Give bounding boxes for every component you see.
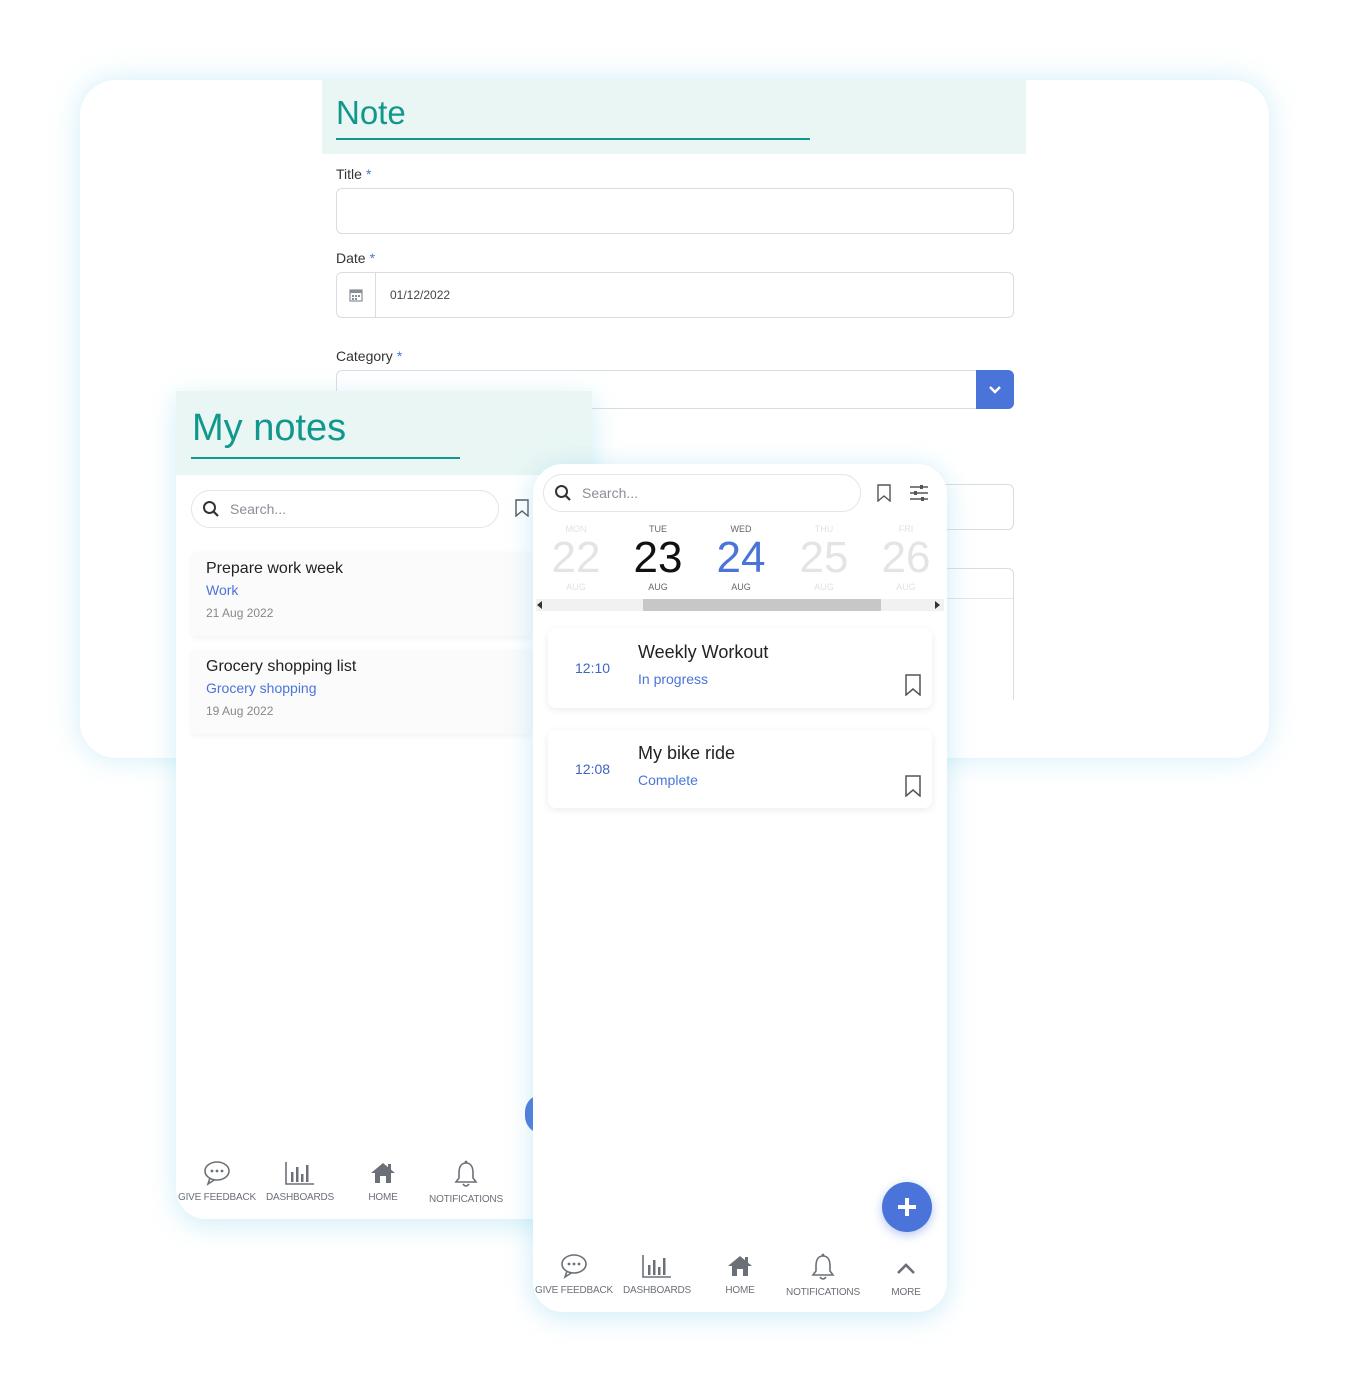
plus-icon [898, 1198, 916, 1216]
day-cell[interactable]: FRI 26 AUG [866, 524, 946, 592]
my-notes-title-underline [191, 457, 460, 459]
note-category: Grocery shopping [206, 680, 317, 696]
nav-give-feedback[interactable]: GIVE FEEDBACK [177, 1160, 257, 1203]
scroll-right-arrow-icon[interactable] [935, 601, 941, 609]
activity-card[interactable]: 12:10 Weekly Workout In progress [548, 628, 932, 708]
date-label: Date * [336, 250, 376, 266]
nav-label: GIVE FEEDBACK [178, 1192, 256, 1203]
activity-status: In progress [638, 671, 709, 687]
add-activity-button[interactable] [882, 1182, 932, 1232]
note-title: Grocery shopping list [206, 658, 357, 675]
activity-title: My bike ride [638, 743, 736, 763]
my-notes-title: My notes [192, 407, 347, 449]
search-icon [203, 501, 219, 517]
nav-label: HOME [725, 1285, 755, 1296]
filter-sliders-icon[interactable] [909, 484, 929, 502]
nav-label: NOTIFICATIONS [429, 1194, 503, 1205]
nav-label: MORE [891, 1287, 921, 1298]
nav-label: GIVE FEEDBACK [535, 1285, 613, 1296]
date-picker-button[interactable] [336, 272, 376, 318]
notes-search-placeholder: Search... [230, 501, 287, 517]
nav-home[interactable]: HOME [343, 1160, 423, 1203]
note-form-title-underline [336, 138, 810, 140]
bookmark-icon[interactable] [514, 499, 530, 517]
bell-icon [454, 1160, 478, 1187]
note-list-item[interactable]: Grocery shopping list Grocery shopping 1… [192, 650, 532, 734]
scrollbar-thumb[interactable] [643, 599, 881, 611]
calendar-icon [348, 289, 363, 302]
chat-bubble-icon [561, 1254, 587, 1279]
calendar-search-placeholder: Search... [582, 485, 639, 501]
nav-give-feedback[interactable]: GIVE FEEDBACK [534, 1253, 614, 1296]
category-dropdown-button[interactable] [976, 370, 1014, 409]
nav-label: NOTIFICATIONS [786, 1287, 860, 1298]
bookmark-icon[interactable] [904, 674, 922, 696]
nav-dashboards[interactable]: DASHBOARDS [617, 1253, 697, 1296]
nav-label: HOME [368, 1192, 398, 1203]
chevron-up-icon [897, 1263, 915, 1274]
date-value: 01/12/2022 [390, 288, 451, 302]
title-label: Title * [336, 166, 372, 182]
scroll-left-arrow-icon[interactable] [537, 601, 543, 609]
nav-notifications[interactable]: NOTIFICATIONS [426, 1160, 506, 1205]
nav-label: DASHBOARDS [622, 1285, 691, 1296]
bar-chart-icon [285, 1162, 314, 1185]
day-cell-today[interactable]: TUE 23 AUG [618, 524, 698, 592]
bell-icon [811, 1253, 835, 1280]
calendar-search-input[interactable]: Search... [543, 474, 861, 512]
note-form-header [322, 80, 1026, 154]
search-icon [555, 485, 571, 501]
day-cell-selected[interactable]: WED 24 AUG [701, 524, 781, 592]
bookmark-icon[interactable] [904, 775, 922, 797]
chevron-down-icon [989, 385, 1001, 394]
nav-home[interactable]: HOME [700, 1253, 780, 1296]
day-cell[interactable]: THU 25 AUG [784, 524, 864, 592]
notes-search-input[interactable]: Search... [191, 490, 499, 528]
nav-more[interactable]: MORE [866, 1253, 946, 1298]
bar-chart-icon [642, 1255, 671, 1278]
note-category: Work [206, 582, 239, 598]
note-date: 19 Aug 2022 [206, 704, 274, 718]
activity-title: Weekly Workout [638, 642, 769, 662]
note-date: 21 Aug 2022 [206, 606, 274, 620]
note-title: Prepare work week [206, 560, 343, 577]
activity-card[interactable]: 12:08 My bike ride Complete [548, 730, 932, 808]
activity-time: 12:08 [575, 761, 611, 777]
title-input[interactable] [336, 188, 1014, 234]
note-form-title: Note [336, 94, 406, 131]
note-list-item[interactable]: Prepare work week Work 21 Aug 2022 [192, 552, 532, 636]
nav-label: DASHBOARDS [265, 1192, 334, 1203]
home-icon [371, 1163, 395, 1183]
nav-dashboards[interactable]: DASHBOARDS [260, 1160, 340, 1203]
activity-time: 12:10 [575, 660, 611, 676]
bookmark-icon[interactable] [876, 484, 892, 502]
day-cell[interactable]: MON 22 AUG [536, 524, 616, 592]
chat-bubble-icon [204, 1161, 230, 1186]
activity-status: Complete [638, 772, 698, 788]
home-icon [728, 1256, 752, 1276]
nav-notifications[interactable]: NOTIFICATIONS [783, 1253, 863, 1298]
category-label: Category * [336, 348, 403, 364]
